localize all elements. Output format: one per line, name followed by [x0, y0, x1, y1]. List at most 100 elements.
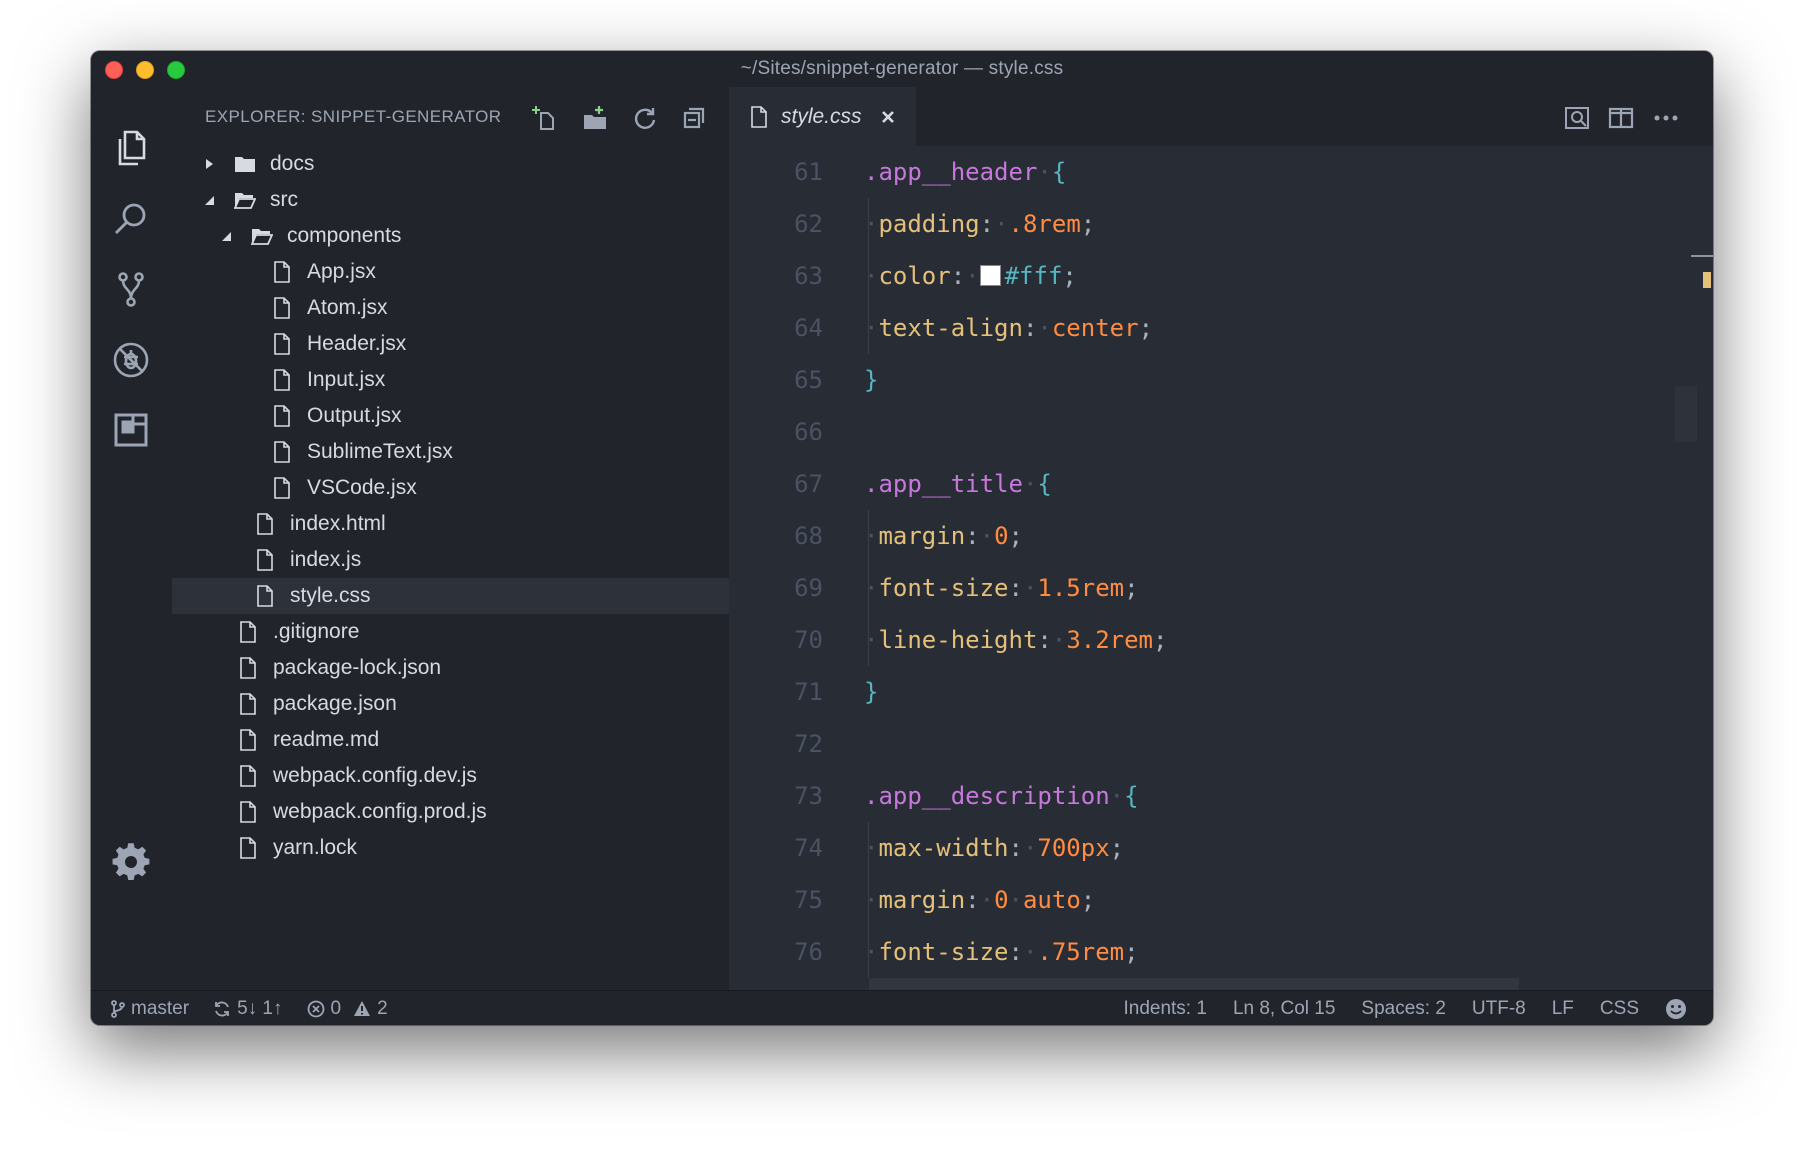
code-line[interactable]: 65} [729, 354, 1713, 406]
code-editor[interactable]: 61 .app__header·{62 ·padding:·.8rem; 63 ·col… [729, 146, 1713, 990]
chevron-down-icon[interactable] [202, 193, 216, 207]
file-item[interactable]: package.json [172, 686, 729, 722]
file-icon [254, 585, 276, 607]
tab-bar: style.css [729, 87, 1713, 146]
token-prop: line-height [878, 626, 1038, 654]
code-line[interactable]: 74 ·max-width:·700px; [729, 822, 1713, 874]
color-swatch[interactable] [979, 265, 1001, 286]
file-icon [237, 837, 259, 859]
line-number: 61 [794, 158, 823, 186]
code-line[interactable]: 62 ·padding:·.8rem; [729, 198, 1713, 250]
token-dot: · [1022, 574, 1038, 602]
folder-item[interactable]: src [172, 182, 729, 218]
code-line[interactable]: 69 ·font-size:·1.5rem; [729, 562, 1713, 614]
token-dot: · [1051, 626, 1067, 654]
file-item[interactable]: Input.jsx [172, 362, 729, 398]
line-content: ·font-size:·.75rem; [864, 938, 1139, 966]
source-control-icon[interactable] [108, 266, 154, 312]
file-item[interactable]: App.jsx [172, 254, 729, 290]
open-preview-icon[interactable] [1561, 102, 1593, 134]
token-kw: center [1051, 314, 1139, 342]
error-icon [307, 1000, 324, 1017]
tree-item-label: docs [270, 152, 315, 175]
token-punc: ; [1062, 262, 1077, 290]
file-item[interactable]: webpack.config.dev.js [172, 758, 729, 794]
vertical-scrollbar[interactable] [1675, 386, 1697, 442]
file-item[interactable]: style.css [172, 578, 729, 614]
spaces-status[interactable]: Spaces: 2 [1361, 998, 1446, 1020]
token-dot: · [1022, 470, 1038, 498]
file-item[interactable]: Output.jsx [172, 398, 729, 434]
code-line[interactable]: 67 .app__title·{ [729, 458, 1713, 510]
overview-ruler-warning [1703, 272, 1711, 288]
token-num: 0 [994, 522, 1009, 550]
language-mode[interactable]: CSS [1600, 998, 1639, 1020]
eol-status[interactable]: LF [1552, 998, 1574, 1020]
close-window-button[interactable] [105, 61, 123, 79]
token-brace: } [864, 678, 879, 706]
code-line[interactable]: 75 ·margin:·0·auto; [729, 874, 1713, 926]
smiley-icon[interactable] [1665, 998, 1693, 1020]
search-icon[interactable] [108, 196, 154, 242]
collapse-all-icon[interactable] [680, 103, 710, 133]
token-punc: ; [1080, 210, 1096, 238]
code-line[interactable]: 70 ·line-height:·3.2rem; [729, 614, 1713, 666]
title-bar: ~/Sites/snippet-generator — style.css [91, 51, 1713, 87]
file-icon [237, 693, 259, 715]
code-line[interactable]: 76 ·font-size:·.75rem; [729, 926, 1713, 978]
file-item[interactable]: Atom.jsx [172, 290, 729, 326]
tree-item-label: index.js [290, 548, 362, 571]
code-line[interactable]: 72 [729, 718, 1713, 770]
maximize-window-button[interactable] [167, 61, 185, 79]
files-icon[interactable] [108, 125, 154, 171]
folder-item[interactable]: components [172, 218, 729, 254]
horizontal-scrollbar[interactable] [869, 978, 1519, 990]
file-item[interactable]: .gitignore [172, 614, 729, 650]
file-item[interactable]: Header.jsx [172, 326, 729, 362]
tab-style-css[interactable]: style.css [729, 87, 916, 146]
close-tab-icon[interactable] [880, 109, 896, 125]
extensions-icon[interactable] [108, 407, 154, 453]
code-line[interactable]: 68 ·margin:·0; [729, 510, 1713, 562]
file-item[interactable]: yarn.lock [172, 830, 729, 866]
window-title: ~/Sites/snippet-generator — style.css [740, 58, 1064, 79]
code-line[interactable]: 73 .app__description·{ [729, 770, 1713, 822]
file-item[interactable]: VSCode.jsx [172, 470, 729, 506]
file-icon [271, 477, 293, 499]
refresh-icon[interactable] [630, 103, 660, 133]
encoding-status[interactable]: UTF-8 [1472, 998, 1526, 1020]
code-line[interactable]: 63 ·color:· #fff; [729, 250, 1713, 302]
code-line[interactable]: 61 .app__header·{ [729, 146, 1713, 198]
whitespace-marker: · [864, 938, 879, 966]
minimize-window-button[interactable] [136, 61, 154, 79]
sync-indicator[interactable]: 5↓ 1↑ [213, 998, 283, 1020]
file-item[interactable]: index.js [172, 542, 729, 578]
new-folder-icon[interactable] [580, 103, 610, 133]
chevron-right-icon[interactable] [202, 157, 216, 171]
split-editor-icon[interactable] [1605, 102, 1637, 134]
token-prop: font-size [878, 938, 1009, 966]
more-icon[interactable] [1650, 102, 1682, 134]
code-line[interactable]: 64 ·text-align:·center; [729, 302, 1713, 354]
indentation-status[interactable]: Indents: 1 [1123, 998, 1206, 1020]
token-dot: · [1037, 158, 1052, 186]
new-file-icon[interactable] [530, 103, 560, 133]
line-content: ·line-height:·3.2rem; [864, 626, 1167, 654]
problems-indicator[interactable]: 0 2 [307, 998, 388, 1020]
gear-icon[interactable] [108, 839, 154, 885]
code-line[interactable]: 71} [729, 666, 1713, 718]
folder-item[interactable]: docs [172, 146, 729, 182]
file-item[interactable]: webpack.config.prod.js [172, 794, 729, 830]
tree-item-label: App.jsx [307, 260, 376, 283]
token-punc: ; [1008, 522, 1023, 550]
chevron-down-icon[interactable] [219, 229, 233, 243]
code-line[interactable]: 66 [729, 406, 1713, 458]
branch-indicator[interactable]: master [111, 998, 189, 1020]
debug-icon[interactable] [108, 337, 154, 383]
file-item[interactable]: package-lock.json [172, 650, 729, 686]
cursor-position[interactable]: Ln 8, Col 15 [1233, 998, 1335, 1020]
file-item[interactable]: readme.md [172, 722, 729, 758]
tree-item-label: yarn.lock [273, 836, 358, 859]
file-item[interactable]: SublimeText.jsx [172, 434, 729, 470]
file-item[interactable]: index.html [172, 506, 729, 542]
